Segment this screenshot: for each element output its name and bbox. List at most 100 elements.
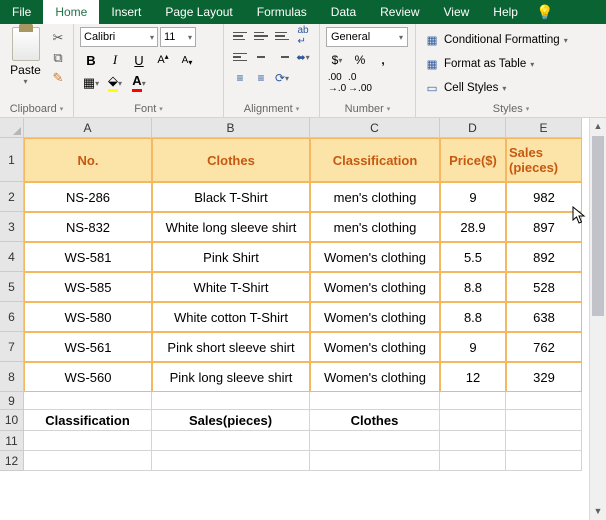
worksheet[interactable]: ABCDE 1No.ClothesClassificationPrice($)S…	[0, 118, 606, 471]
cell-B5[interactable]: White T-Shirt	[152, 272, 310, 302]
fill-color-button[interactable]: ⬙▾	[104, 73, 126, 93]
cell-D1[interactable]: Price($)	[440, 138, 506, 182]
align-top-button[interactable]	[230, 27, 250, 45]
row-header-11[interactable]: 11	[0, 431, 24, 451]
cell-D9[interactable]	[440, 392, 506, 410]
column-header-E[interactable]: E	[506, 118, 582, 138]
cell-E10[interactable]	[506, 410, 582, 431]
comma-button[interactable]: ,	[372, 50, 394, 70]
align-right-button[interactable]	[272, 48, 292, 66]
column-header-B[interactable]: B	[152, 118, 310, 138]
cell-D5[interactable]: 8.8	[440, 272, 506, 302]
cell-D3[interactable]: 28.9	[440, 212, 506, 242]
decrease-indent-button[interactable]: ≡	[230, 69, 250, 87]
cell-E5[interactable]: 528	[506, 272, 582, 302]
column-header-C[interactable]: C	[310, 118, 440, 138]
cell-E2[interactable]: 982	[506, 182, 582, 212]
border-button[interactable]: ▦▾	[80, 73, 102, 93]
cell-C10[interactable]: Clothes	[310, 410, 440, 431]
conditional-formatting-button[interactable]: ▦Conditional Formatting▾	[422, 29, 600, 51]
align-bottom-button[interactable]	[272, 27, 292, 45]
cell-styles-button[interactable]: ▭Cell Styles▾	[422, 77, 600, 99]
cell-B9[interactable]	[152, 392, 310, 410]
cell-E6[interactable]: 638	[506, 302, 582, 332]
cell-E8[interactable]: 329	[506, 362, 582, 392]
cell-E12[interactable]	[506, 451, 582, 471]
cell-C11[interactable]	[310, 431, 440, 451]
cell-A2[interactable]: NS-286	[24, 182, 152, 212]
cell-A12[interactable]	[24, 451, 152, 471]
cell-C7[interactable]: Women's clothing	[310, 332, 440, 362]
cell-B4[interactable]: Pink Shirt	[152, 242, 310, 272]
cell-A10[interactable]: Classification	[24, 410, 152, 431]
row-header-9[interactable]: 9	[0, 392, 24, 410]
cell-D7[interactable]: 9	[440, 332, 506, 362]
cell-C12[interactable]	[310, 451, 440, 471]
format-painter-button[interactable]: ✎	[49, 69, 67, 87]
underline-button[interactable]: U	[128, 50, 150, 70]
shrink-font-button[interactable]: A▾	[176, 50, 198, 70]
align-center-button[interactable]	[251, 48, 271, 66]
tab-review[interactable]: Review	[368, 0, 431, 24]
cell-D12[interactable]	[440, 451, 506, 471]
accounting-format-button[interactable]: $▾	[326, 50, 348, 70]
row-header-1[interactable]: 1	[0, 138, 24, 182]
row-header-6[interactable]: 6	[0, 302, 24, 332]
orientation-button[interactable]: ⟳▾	[272, 69, 292, 87]
grow-font-button[interactable]: A▴	[152, 50, 174, 70]
tab-view[interactable]: View	[432, 0, 482, 24]
font-color-button[interactable]: A▾	[128, 73, 150, 93]
column-header-D[interactable]: D	[440, 118, 506, 138]
cell-E9[interactable]	[506, 392, 582, 410]
scrollbar-thumb[interactable]	[592, 136, 604, 316]
tab-formulas[interactable]: Formulas	[245, 0, 319, 24]
cell-E3[interactable]: 897	[506, 212, 582, 242]
cell-B7[interactable]: Pink short sleeve shirt	[152, 332, 310, 362]
tab-data[interactable]: Data	[319, 0, 368, 24]
increase-decimal-button[interactable]: .00→.0	[326, 73, 348, 93]
cell-C6[interactable]: Women's clothing	[310, 302, 440, 332]
percent-button[interactable]: %	[349, 50, 371, 70]
font-name-select[interactable]: Calibri▾	[80, 27, 158, 47]
cell-D8[interactable]: 12	[440, 362, 506, 392]
cell-B11[interactable]	[152, 431, 310, 451]
cell-A1[interactable]: No.	[24, 138, 152, 182]
cell-C3[interactable]: men's clothing	[310, 212, 440, 242]
tab-help[interactable]: Help	[481, 0, 530, 24]
merge-button[interactable]: ⬌▾	[293, 48, 313, 66]
column-header-A[interactable]: A	[24, 118, 152, 138]
cell-D4[interactable]: 5.5	[440, 242, 506, 272]
cut-button[interactable]: ✂	[49, 29, 67, 47]
scroll-down-button[interactable]: ▼	[590, 503, 606, 520]
cell-B10[interactable]: Sales(pieces)	[152, 410, 310, 431]
cell-E1[interactable]: Sales (pieces)	[506, 138, 582, 182]
cell-B8[interactable]: Pink long sleeve shirt	[152, 362, 310, 392]
row-header-3[interactable]: 3	[0, 212, 24, 242]
cell-E4[interactable]: 892	[506, 242, 582, 272]
cell-E7[interactable]: 762	[506, 332, 582, 362]
tab-insert[interactable]: Insert	[99, 0, 153, 24]
cell-B2[interactable]: Black T-Shirt	[152, 182, 310, 212]
tab-file[interactable]: File	[0, 0, 43, 24]
number-format-select[interactable]: General▾	[326, 27, 408, 47]
cell-D6[interactable]: 8.8	[440, 302, 506, 332]
align-left-button[interactable]	[230, 48, 250, 66]
wrap-text-button[interactable]: ab↵	[293, 27, 313, 45]
cell-B3[interactable]: White long sleeve shirt	[152, 212, 310, 242]
cell-A4[interactable]: WS-581	[24, 242, 152, 272]
cell-C9[interactable]	[310, 392, 440, 410]
row-header-5[interactable]: 5	[0, 272, 24, 302]
cell-A8[interactable]: WS-560	[24, 362, 152, 392]
select-all-button[interactable]	[0, 118, 24, 138]
cell-C8[interactable]: Women's clothing	[310, 362, 440, 392]
tab-pagelayout[interactable]: Page Layout	[153, 0, 244, 24]
cell-A7[interactable]: WS-561	[24, 332, 152, 362]
row-header-2[interactable]: 2	[0, 182, 24, 212]
tell-me-icon[interactable]: 💡	[530, 0, 559, 24]
increase-indent-button[interactable]: ≡	[251, 69, 271, 87]
cell-A11[interactable]	[24, 431, 152, 451]
align-middle-button[interactable]	[251, 27, 271, 45]
decrease-decimal-button[interactable]: .0→.00	[349, 73, 371, 93]
cell-B6[interactable]: White cotton T-Shirt	[152, 302, 310, 332]
cell-A3[interactable]: NS-832	[24, 212, 152, 242]
